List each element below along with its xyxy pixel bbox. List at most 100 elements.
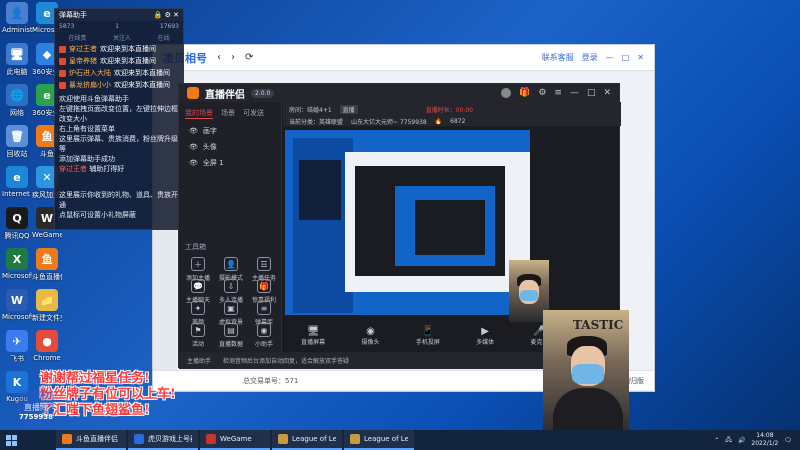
screen-capture-button[interactable]: 🖥 直播屏幕 [301,326,325,346]
eye-icon[interactable]: 👁 [189,127,198,135]
category[interactable]: 当前分类：英雄联盟 [289,117,343,126]
tool-label: 小助手 [254,341,273,348]
taskbar-app[interactable]: WeGame [200,430,270,450]
desktop-icon[interactable]: 📁 新建文件夹 [32,289,62,323]
minimize-icon[interactable]: — [570,88,579,98]
refresh-icon[interactable]: ⟳ [245,52,253,63]
taskbar-app[interactable]: League of Legen... [344,430,414,450]
source-item[interactable]: 👁 头像 [179,139,281,155]
desktop-icon[interactable]: ● Chrome [32,330,62,362]
live-badge[interactable]: 直播 [339,105,358,114]
chat-controls[interactable]: 🔒 ⚙ ✕ [154,11,179,19]
taskbar-app-label: WeGame [220,435,252,443]
desktop-icon[interactable]: Q 腾讯QQ [2,207,32,241]
chat-username[interactable]: 炉石进入大陆 [69,68,111,78]
tab-scene[interactable]: 场景 [221,108,235,119]
taskbar-app-icon [278,434,288,444]
source-label: 头像 [202,143,217,151]
app-icon: 👤 [6,2,28,24]
close-icon[interactable]: ✕ [603,88,611,98]
webcam-view: TASTIC [543,310,629,434]
menu-icon[interactable]: ≡ [554,88,562,98]
gift-icon[interactable]: 🎁 [519,88,530,98]
camera-button[interactable]: ◉ 摄像头 [361,326,379,346]
clock[interactable]: 14:08 2022/1/2 [751,432,778,448]
source-item[interactable]: 👁 全屏 1 [179,155,281,171]
notification-icon[interactable]: 🗨 [784,437,792,444]
back-icon[interactable]: ‹ [217,52,221,63]
app-icon: 🖥 [6,43,28,65]
chat-username[interactable]: 暴龙挤扁小小 [69,80,111,90]
room-info-bar: 房间：结婚4+1 直播 直播时长：00:00 当前分类：英雄联盟 山东大亿大元师… [283,102,621,126]
tool-button[interactable]: ◉ 小助手 [249,323,279,348]
support-link[interactable]: 联系客服 [542,52,574,63]
tool-button[interactable]: ⚑ 活动 [183,323,213,348]
settings-icon[interactable]: ⚙ [538,88,546,98]
app-sidebar: 我的场景 场景 可发送 👁 画字 👁 头像 👁 全屏 1 工具箱 ＋添加主播 👤 摄影模式… [179,102,282,369]
status-message: 检测音频后台添加自动回复，适合解放双手答疑 [223,358,350,365]
chat-username[interactable]: 穿过王者 [69,44,97,54]
nested-preview [395,186,495,266]
eye-icon[interactable]: 👁 [189,159,198,167]
desktop-icon[interactable]: 🖥 此电脑 [2,43,32,77]
tool-icon: ✦ [191,301,205,315]
minimize-icon[interactable]: — [606,53,614,62]
login-link[interactable]: 登录 [582,52,598,63]
sys-msg: 欢迎使用斗鱼弹幕助手 [59,95,129,103]
tab-send[interactable]: 可发送 [243,108,264,119]
stat-right: 17693 [159,23,179,30]
clock-time: 14:08 [756,432,774,439]
taskbar-app[interactable]: 斗鱼直播伴侣 [56,430,126,450]
tab-my-scene[interactable]: 我的场景 [185,108,213,119]
windows-icon [5,434,17,446]
start-button[interactable] [0,430,22,450]
avatar[interactable] [501,88,512,98]
close-icon[interactable]: ✕ [637,53,644,62]
app-icon: e [6,166,28,188]
maximize-icon[interactable]: □ [622,53,630,62]
taskbar-app[interactable]: League of Legends [272,430,342,450]
tool-button[interactable]: ▤ 直播数据 [216,323,246,348]
capture-label: 直播屏幕 [301,339,326,346]
desktop-icon[interactable]: ✈ 飞书 [2,330,32,364]
capture-label: 摄像头 [361,339,380,346]
desktop-icon[interactable]: e Internet Explorer [2,166,32,198]
stream-preview[interactable] [285,130,530,315]
shirt-logo: TASTIC [573,318,624,332]
desktop-icon-label: Internet Explorer [2,190,32,198]
room-watermark: 直播间 7759938 [18,390,54,428]
chat-header[interactable]: 弹幕助手 🔒 ⚙ ✕ [55,9,183,21]
danmu-assistant[interactable]: 弹幕助手 🔒 ⚙ ✕ 5873 1 17693 在线贵 关注人 在线 穿过王者欢… [54,8,184,230]
desktop-icon[interactable]: 鱼斗鱼直播伴侣 [32,248,62,282]
app-titlebar[interactable]: 直播伴侣 2.0.0 🎁 ⚙ ≡ — □ ✕ [179,84,619,102]
tool-label: 直播数据 [218,341,243,348]
desktop-icon[interactable]: 🗑 回收站 [2,125,32,159]
app-icon: 鱼 [36,248,58,270]
taskbar-app-icon [350,434,360,444]
desktop-icon[interactable]: W Microsoft Word [2,289,32,321]
stat-mid: 1 [115,23,119,30]
camera-icon: ◉ [366,326,375,337]
taskbar-app[interactable]: 虎贝游戏上号器 [128,430,198,450]
source-item[interactable]: 👁 画字 [179,123,281,139]
forward-icon[interactable]: › [231,52,235,63]
volume-icon[interactable]: 🔊 [738,437,745,444]
eye-icon[interactable]: 👁 [189,143,198,151]
chat-text: 欢迎来到本直播间 [114,69,170,77]
status-assistant[interactable]: 主播助手 [187,356,211,365]
sys-msg: 点鼠标可设置小礼物屏蔽 [59,211,136,219]
desktop-icon[interactable]: 👤 Administrator [2,2,32,34]
maximize-icon[interactable]: □ [587,88,596,98]
chat-username[interactable]: 皇帝养猪 [69,56,97,66]
desktop-icon[interactable]: 🌐 网络 [2,84,32,118]
tray-up-icon[interactable]: ⌃ [714,437,719,444]
sys-msg: 左键拖拽页面改变位置，左键拉伸边框改变大小 [59,105,178,123]
phone-cast-button[interactable]: 📱 手机投屏 [416,326,440,346]
app-icon: ● [36,330,58,352]
source-label: 画字 [202,127,217,135]
fans-icon: 🔥 [434,118,443,125]
network-icon[interactable]: 🖧 [725,435,732,445]
desktop-icon[interactable]: X Microsoft Excel [2,248,32,280]
app-icon: W [6,289,28,311]
media-button[interactable]: ▶ 多媒体 [476,326,494,346]
